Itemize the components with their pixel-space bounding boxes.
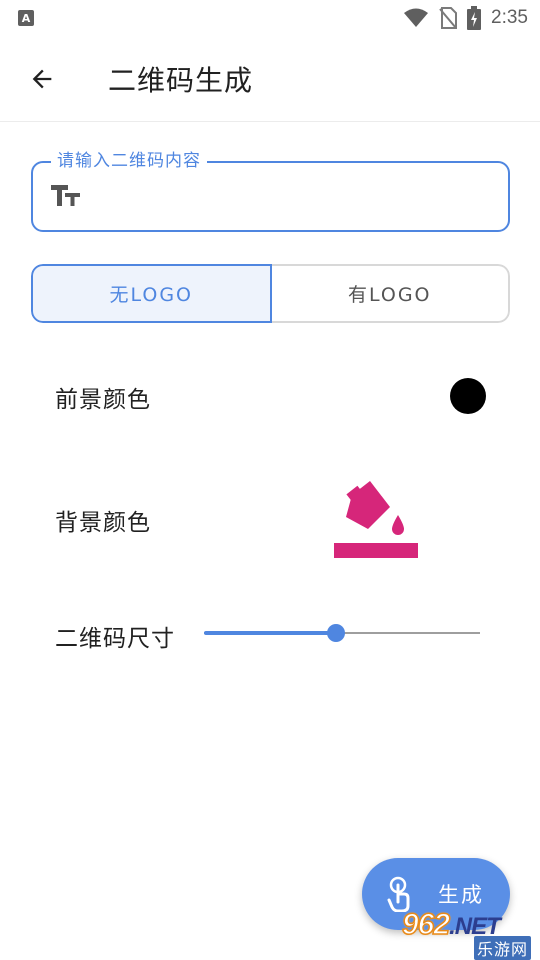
app-notification-icon: A bbox=[18, 10, 34, 26]
status-time: 2:35 bbox=[491, 7, 528, 28]
no-logo-button[interactable]: 无LOGO bbox=[31, 264, 272, 323]
qr-size-slider[interactable] bbox=[204, 620, 480, 646]
background-color-label: 背景颜色 bbox=[55, 510, 151, 536]
arrow-back-icon bbox=[32, 69, 52, 88]
status-icons: 2:35 bbox=[403, 6, 528, 30]
qr-content-label: 请输入二维码内容 bbox=[51, 150, 207, 172]
back-button[interactable] bbox=[12, 49, 72, 109]
text-fields-icon bbox=[51, 185, 80, 206]
screen: A 2:35 二维码生成 请输入二维码内容 无LOGO 有LOGO 前景颜色 背… bbox=[0, 0, 540, 960]
foreground-color-swatch[interactable] bbox=[450, 378, 486, 414]
app-bar: 二维码生成 bbox=[0, 36, 540, 122]
watermark-logo: 962.NET 乐游网 bbox=[401, 907, 538, 960]
slider-track-active bbox=[204, 631, 337, 635]
generate-button-label: 生成 bbox=[438, 883, 484, 907]
logo-toggle-group: 无LOGO 有LOGO bbox=[31, 264, 510, 323]
wifi-icon bbox=[404, 8, 429, 27]
with-logo-button[interactable]: 有LOGO bbox=[271, 264, 510, 323]
qr-size-label: 二维码尺寸 bbox=[55, 626, 175, 652]
page-title: 二维码生成 bbox=[108, 63, 254, 97]
paint-bucket-icon[interactable] bbox=[334, 477, 418, 559]
qr-content-field[interactable]: 请输入二维码内容 bbox=[31, 150, 510, 232]
foreground-color-label: 前景颜色 bbox=[55, 387, 151, 413]
touch-icon bbox=[387, 876, 410, 912]
qr-content-input[interactable] bbox=[97, 175, 497, 219]
slider-thumb[interactable] bbox=[327, 624, 346, 642]
no-sim-icon bbox=[439, 7, 458, 29]
battery-charging-icon bbox=[467, 6, 482, 30]
status-bar: A 2:35 bbox=[0, 0, 540, 36]
watermark-bottom: 乐游网 bbox=[474, 936, 532, 960]
